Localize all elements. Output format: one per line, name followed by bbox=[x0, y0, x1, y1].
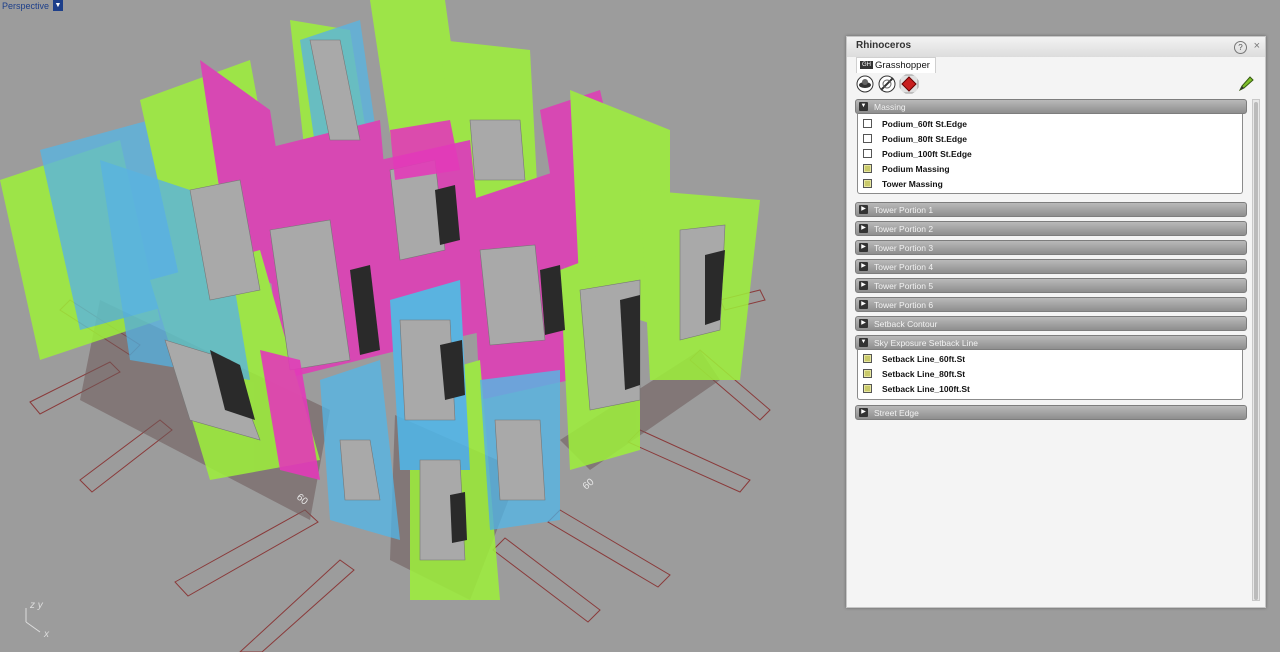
scrollbar-thumb[interactable] bbox=[1254, 102, 1258, 600]
street-label-60-east: 60 bbox=[581, 476, 597, 492]
bake-icon[interactable] bbox=[899, 74, 919, 94]
group-header[interactable]: ▶ Tower Portion 1 bbox=[855, 202, 1247, 217]
collapse-arrow-icon[interactable]: ▼ bbox=[859, 102, 868, 111]
group-tower-portion-5: ▶ Tower Portion 5 bbox=[855, 278, 1247, 293]
axis-z-label: z bbox=[30, 600, 35, 611]
group-header[interactable]: ▼ Massing bbox=[855, 99, 1247, 114]
expand-arrow-icon[interactable]: ▶ bbox=[859, 408, 868, 417]
group-tower-portion-4: ▶ Tower Portion 4 bbox=[855, 259, 1247, 274]
pencil-icon[interactable] bbox=[1237, 75, 1255, 93]
group-header[interactable]: ▶ Tower Portion 4 bbox=[855, 259, 1247, 274]
expand-arrow-icon[interactable]: ▶ bbox=[859, 224, 868, 233]
group-header[interactable]: ▶ Tower Portion 5 bbox=[855, 278, 1247, 293]
group-list: ▼ Massing Podium_60ft St.Edge Podium_80f… bbox=[855, 99, 1248, 601]
list-item[interactable]: Podium_100ft St.Edge bbox=[858, 147, 1238, 162]
expand-arrow-icon[interactable]: ▶ bbox=[859, 205, 868, 214]
checkbox[interactable] bbox=[863, 119, 872, 128]
group-street-edge: ▶ Street Edge bbox=[855, 405, 1247, 420]
tab-grasshopper-label: Grasshopper bbox=[875, 60, 930, 71]
panel-title: Rhinoceros bbox=[856, 40, 912, 51]
grasshopper-tab-icon: GH bbox=[860, 61, 873, 70]
group-items: Podium_60ft St.Edge Podium_80ft St.Edge … bbox=[857, 114, 1243, 194]
list-item[interactable]: Podium Massing bbox=[858, 162, 1238, 177]
list-item[interactable]: Podium_60ft St.Edge bbox=[858, 117, 1238, 132]
close-icon[interactable]: × bbox=[1254, 40, 1260, 52]
checkbox[interactable] bbox=[863, 134, 872, 143]
item-label: Podium_100ft St.Edge bbox=[882, 149, 972, 159]
help-icon[interactable]: ? bbox=[1234, 41, 1247, 54]
panel-scrollbar[interactable] bbox=[1252, 99, 1260, 601]
group-items: Setback Line_60ft.St Setback Line_80ft.S… bbox=[857, 350, 1243, 400]
expand-arrow-icon[interactable]: ▶ bbox=[859, 262, 868, 271]
group-label: Tower Portion 6 bbox=[874, 300, 934, 310]
rhino-panel: Rhinoceros ? × GH Grasshopper ▼ Massing P… bbox=[846, 36, 1266, 608]
group-header[interactable]: ▶ Tower Portion 3 bbox=[855, 240, 1247, 255]
item-label: Setback Line_100ft.St bbox=[882, 384, 970, 394]
group-tower-portion-1: ▶ Tower Portion 1 bbox=[855, 202, 1247, 217]
axis-x-label: x bbox=[44, 629, 49, 640]
list-item[interactable]: Podium_80ft St.Edge bbox=[858, 132, 1238, 147]
group-label: Sky Exposure Setback Line bbox=[874, 338, 978, 348]
group-header[interactable]: ▶ Tower Portion 2 bbox=[855, 221, 1247, 236]
group-label: Tower Portion 3 bbox=[874, 243, 934, 253]
group-setback-contour: ▶ Setback Contour bbox=[855, 316, 1247, 331]
group-tower-portion-2: ▶ Tower Portion 2 bbox=[855, 221, 1247, 236]
checkbox-checked[interactable] bbox=[863, 369, 872, 378]
group-tower-portion-6: ▶ Tower Portion 6 bbox=[855, 297, 1247, 312]
group-tower-portion-3: ▶ Tower Portion 3 bbox=[855, 240, 1247, 255]
item-label: Setback Line_80ft.St bbox=[882, 369, 966, 379]
item-label: Podium_80ft St.Edge bbox=[882, 134, 968, 144]
group-header[interactable]: ▶ Street Edge bbox=[855, 405, 1247, 420]
list-item[interactable]: Setback Line_60ft.St bbox=[858, 352, 1238, 367]
viewport-menu-arrow-icon[interactable]: ▼ bbox=[53, 0, 63, 11]
group-label: Setback Contour bbox=[874, 319, 938, 329]
group-header[interactable]: ▶ Tower Portion 6 bbox=[855, 297, 1247, 312]
disable-preview-icon[interactable] bbox=[877, 74, 897, 94]
group-massing: ▼ Massing Podium_60ft St.Edge Podium_80f… bbox=[855, 99, 1247, 198]
axis-label-zy: z y bbox=[30, 600, 43, 611]
expand-arrow-icon[interactable]: ▶ bbox=[859, 243, 868, 252]
group-header[interactable]: ▶ Setback Contour bbox=[855, 316, 1247, 331]
list-item[interactable]: Setback Line_80ft.St bbox=[858, 367, 1238, 382]
axis-gizmo bbox=[25, 608, 41, 633]
group-label: Street Edge bbox=[874, 408, 919, 418]
item-label: Podium_60ft St.Edge bbox=[882, 119, 968, 129]
group-label: Tower Portion 1 bbox=[874, 205, 934, 215]
panel-titlebar[interactable]: Rhinoceros ? × bbox=[847, 37, 1265, 57]
viewport-title[interactable]: Perspective bbox=[0, 0, 51, 12]
expand-arrow-icon[interactable]: ▶ bbox=[859, 281, 868, 290]
group-label: Tower Portion 5 bbox=[874, 281, 934, 291]
group-sky-exposure-setback-line: ▼ Sky Exposure Setback Line Setback Line… bbox=[855, 335, 1247, 401]
panel-toolbar bbox=[847, 72, 1265, 97]
tab-grasshopper[interactable]: GH Grasshopper bbox=[856, 57, 936, 73]
item-label: Podium Massing bbox=[882, 164, 950, 174]
expand-arrow-icon[interactable]: ▶ bbox=[859, 300, 868, 309]
expand-arrow-icon[interactable]: ▶ bbox=[859, 319, 868, 328]
preview-eye-icon[interactable] bbox=[855, 74, 875, 94]
checkbox-checked[interactable] bbox=[863, 179, 872, 188]
checkbox-checked[interactable] bbox=[863, 354, 872, 363]
group-label: Massing bbox=[874, 102, 906, 112]
group-label: Tower Portion 2 bbox=[874, 224, 934, 234]
setback-planes bbox=[0, 0, 760, 600]
group-header[interactable]: ▼ Sky Exposure Setback Line bbox=[855, 335, 1247, 350]
list-item[interactable]: Setback Line_100ft.St bbox=[858, 382, 1238, 397]
collapse-arrow-icon[interactable]: ▼ bbox=[859, 338, 868, 347]
item-label: Setback Line_60ft.St bbox=[882, 354, 966, 364]
checkbox-checked[interactable] bbox=[863, 384, 872, 393]
axis-y-label: y bbox=[37, 600, 43, 611]
item-label: Tower Massing bbox=[882, 179, 943, 189]
list-item[interactable]: Tower Massing bbox=[858, 177, 1238, 192]
checkbox-checked[interactable] bbox=[863, 164, 872, 173]
group-label: Tower Portion 4 bbox=[874, 262, 934, 272]
checkbox[interactable] bbox=[863, 149, 872, 158]
